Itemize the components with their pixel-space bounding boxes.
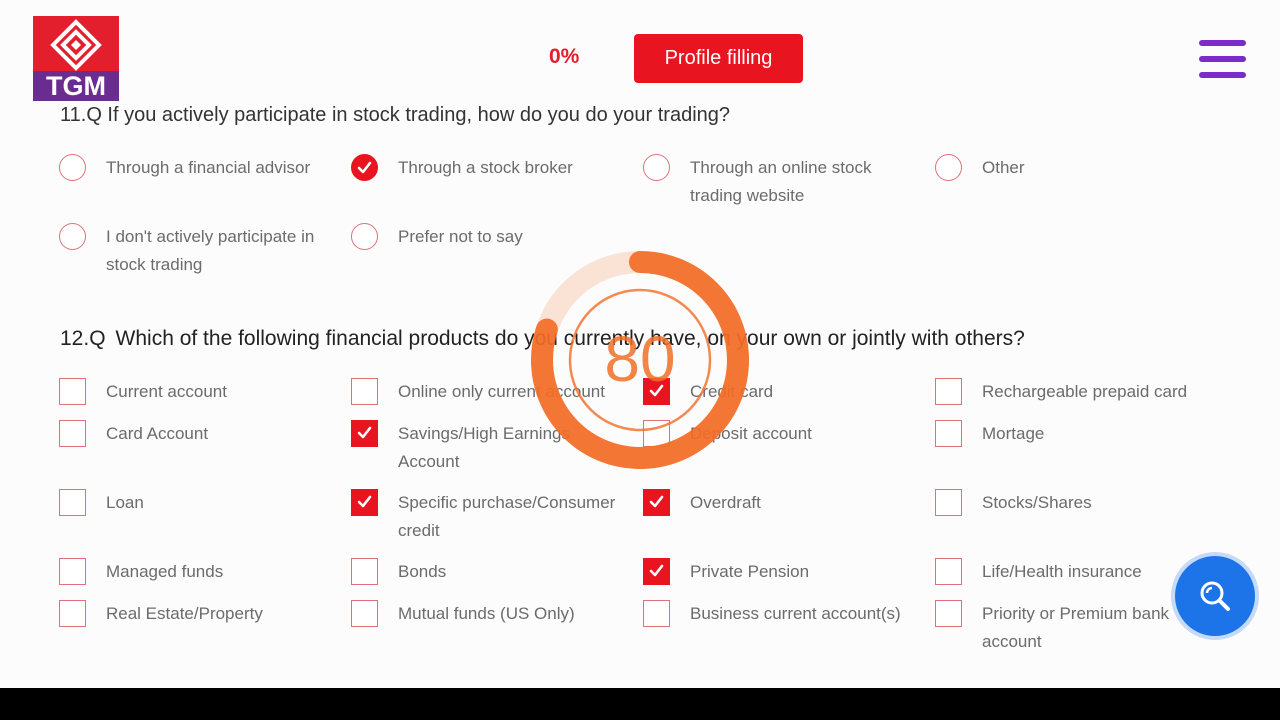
countdown-timer-value: 80 — [604, 323, 676, 395]
option-label[interactable]: I don't actively participate in stock tra… — [106, 223, 314, 279]
checkbox-specific-purchase-consumer[interactable] — [351, 489, 378, 516]
checkbox-card-account[interactable] — [59, 420, 86, 447]
checkbox-managed-funds[interactable] — [59, 558, 86, 585]
option-label-line1: Through an online stock — [690, 158, 872, 177]
checkbox-real-estate-property[interactable] — [59, 600, 86, 627]
checkbox-online-only-current-account[interactable] — [351, 378, 378, 405]
option-label-line2: account — [982, 632, 1042, 651]
question-11-title: 11.Q If you actively participate in stoc… — [60, 104, 730, 126]
option-label[interactable]: Business current account(s) — [690, 600, 901, 628]
option-label[interactable]: Priority or Premium bank account — [982, 600, 1169, 656]
checkbox-rechargeable-prepaid-card[interactable] — [935, 378, 962, 405]
profile-filling-button[interactable]: Profile filling — [634, 34, 803, 83]
checkmark-icon — [357, 426, 372, 439]
option-label[interactable]: Loan — [106, 489, 144, 517]
checkmark-icon — [649, 564, 664, 577]
option-label[interactable]: Mortage — [982, 420, 1044, 448]
survey-page: TGM 0% Profile filling 11.Q If you activ… — [0, 0, 1280, 688]
option-label-line1: I don't actively participate in — [106, 227, 315, 246]
progress-percent: 0% — [549, 45, 580, 68]
option-label[interactable]: Managed funds — [106, 558, 223, 586]
option-label-line1: Managed funds — [106, 562, 224, 581]
option-label-line1: Priority or Premium bank — [982, 604, 1170, 623]
option-label-line2: trading website — [690, 186, 805, 205]
question-12-number: 12.Q — [60, 327, 106, 350]
logo-text: TGM — [33, 71, 119, 101]
radio-through-a-stock-broker[interactable] — [351, 154, 378, 181]
checkmark-icon — [357, 495, 372, 508]
tgm-logo[interactable]: TGM — [33, 16, 119, 101]
option-label[interactable]: Stocks/Shares — [982, 489, 1092, 517]
option-label[interactable]: Through a financial advisor — [106, 154, 310, 182]
logo-diamond-icon — [50, 19, 102, 71]
option-label[interactable]: Mutual funds (US Only) — [398, 600, 575, 628]
option-label[interactable]: Current account — [106, 378, 227, 406]
option-label-line1: Card Account — [106, 424, 209, 443]
option-label-line1: Bonds — [398, 562, 447, 581]
option-label-line2: stock trading — [106, 255, 203, 274]
option-label[interactable]: Bonds — [398, 558, 446, 586]
checkbox-business-current-account-s[interactable] — [643, 600, 670, 627]
bottom-black-bar — [0, 688, 1280, 720]
checkbox-life-health-insurance[interactable] — [935, 558, 962, 585]
option-label-line1: Stocks/Shares — [982, 493, 1092, 512]
option-label-line1: Mortage — [982, 424, 1045, 443]
option-label-line1: Current account — [106, 382, 227, 401]
option-label-line2: credit — [398, 521, 440, 540]
checkbox-private-pension[interactable] — [643, 558, 670, 585]
radio-i-don-t-actively-participate-in[interactable] — [59, 223, 86, 250]
option-label-line1: Through a financial advisor — [106, 158, 311, 177]
option-label[interactable]: Other — [982, 154, 1025, 182]
checkbox-loan[interactable] — [59, 489, 86, 516]
option-label-line1: Business current account(s) — [690, 604, 901, 623]
checkmark-icon — [357, 161, 372, 174]
option-label[interactable]: Specific purchase/Consumer credit — [398, 489, 615, 545]
search-button[interactable] — [1175, 556, 1255, 636]
radio-prefer-not-to-say[interactable] — [351, 223, 378, 250]
checkbox-stocks-shares[interactable] — [935, 489, 962, 516]
option-label-line1: Mutual funds (US Only) — [398, 604, 575, 623]
option-label[interactable]: Life/Health insurance — [982, 558, 1142, 586]
checkbox-priority-or-premium-bank[interactable] — [935, 600, 962, 627]
checkmark-icon — [649, 495, 664, 508]
option-label-line1: Through a stock broker — [398, 158, 573, 177]
radio-through-an-online-stock[interactable] — [643, 154, 670, 181]
option-label[interactable]: Through a stock broker — [398, 154, 573, 182]
hamburger-menu-icon[interactable] — [1199, 40, 1246, 78]
option-label-line1: Loan — [106, 493, 144, 512]
option-label[interactable]: Card Account — [106, 420, 208, 448]
radio-other[interactable] — [935, 154, 962, 181]
checkbox-savings-high-earnings[interactable] — [351, 420, 378, 447]
search-icon — [1200, 581, 1230, 611]
option-label-line1: Private Pension — [690, 562, 810, 581]
checkbox-bonds[interactable] — [351, 558, 378, 585]
option-label-line1: Other — [982, 158, 1025, 177]
option-label[interactable]: Real Estate/Property — [106, 600, 263, 628]
checkbox-mutual-funds-us-only[interactable] — [351, 600, 378, 627]
checkbox-current-account[interactable] — [59, 378, 86, 405]
option-label-line1: Real Estate/Property — [106, 604, 263, 623]
option-label-line1: Life/Health insurance — [982, 562, 1142, 581]
option-label-line1: Rechargeable prepaid card — [982, 382, 1188, 401]
checkbox-mortage[interactable] — [935, 420, 962, 447]
option-label[interactable]: Rechargeable prepaid card — [982, 378, 1187, 406]
option-label[interactable]: Through an online stock trading website — [690, 154, 871, 210]
radio-through-a-financial-advisor[interactable] — [59, 154, 86, 181]
option-label[interactable]: Private Pension — [690, 558, 809, 586]
